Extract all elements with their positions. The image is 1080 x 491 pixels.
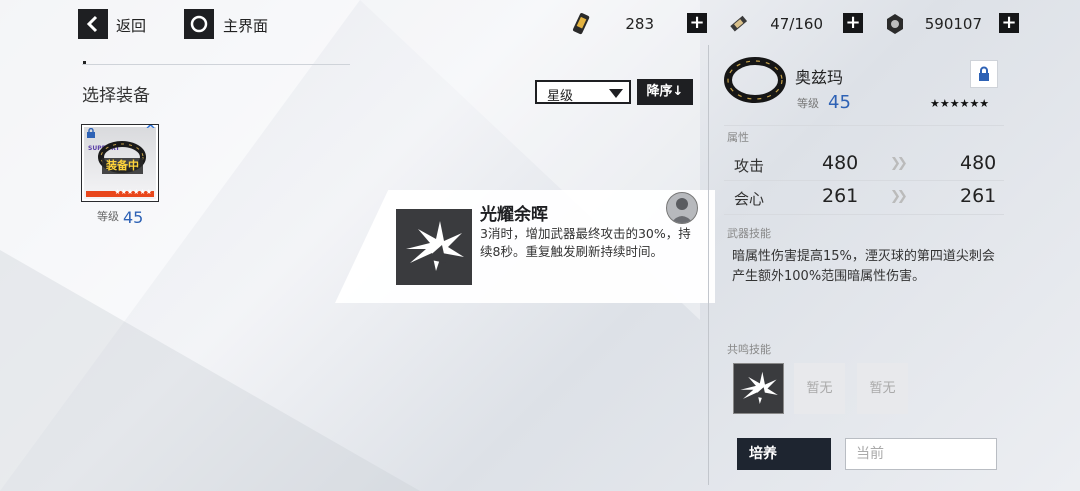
star-filter-select[interactable]: 星级 xyxy=(535,80,631,104)
weapon-skill-description: 暗属性伤害提高15%，湮灭球的第四道尖刺会产生额外100%范围暗属性伤害。 xyxy=(732,249,995,284)
attribute-current-value: 480 xyxy=(822,152,859,174)
current-button[interactable]: 当前 xyxy=(845,438,997,470)
home-button[interactable] xyxy=(184,9,214,39)
resonance-empty-slot[interactable]: 暂无 xyxy=(794,363,845,414)
add-currency-button[interactable]: + xyxy=(999,13,1019,33)
sort-descending-button[interactable]: 降序↓ xyxy=(637,79,693,105)
equipment-card[interactable]: ^ SUPPORT 装备中 ★★★★★★ xyxy=(81,124,159,202)
dropdown-arrow-icon xyxy=(609,89,623,98)
divider xyxy=(724,125,1004,126)
filter-selected-label: 星级 xyxy=(547,89,574,104)
attributes-title: 属性 xyxy=(727,131,749,144)
stamina-value: 283 xyxy=(625,15,654,33)
level-label: 等级 xyxy=(797,97,819,110)
card-level-value: 45 xyxy=(123,208,144,227)
currency-coin-icon xyxy=(887,14,903,34)
attribute-row: 攻击 480 ❯❯ 480 xyxy=(726,148,1004,178)
resonance-empty-slot[interactable]: 暂无 xyxy=(857,363,908,414)
card-stars: ★★★★★★ xyxy=(114,188,152,196)
attribute-next-value: 480 xyxy=(960,152,997,174)
attribute-current-value: 261 xyxy=(822,185,859,207)
back-label[interactable]: 返回 xyxy=(116,15,146,36)
stamina-ticket-icon xyxy=(572,13,590,35)
home-label[interactable]: 主界面 xyxy=(223,15,268,36)
burst-icon xyxy=(740,371,778,404)
panel-divider xyxy=(708,45,709,485)
skill-name: 光耀余晖 xyxy=(480,205,548,225)
character-avatar xyxy=(666,192,698,224)
lock-icon xyxy=(979,66,989,81)
lock-button[interactable] xyxy=(970,60,998,88)
section-title: 选择装备 xyxy=(82,86,150,106)
weapon-skill-title: 武器技能 xyxy=(727,227,771,240)
card-level-label: 等级 xyxy=(97,210,119,223)
back-button[interactable] xyxy=(78,9,108,39)
card-star-bar: ★★★★★★ xyxy=(86,188,154,197)
avatar-portrait xyxy=(671,198,693,223)
divider xyxy=(724,214,1004,215)
resonance-skill-slot[interactable] xyxy=(733,363,784,414)
attribute-next-value: 261 xyxy=(960,185,997,207)
star-rating: ★★★★★★ xyxy=(930,97,990,110)
currency-value: 590107 xyxy=(924,15,982,33)
chevron-up-icon: ^ xyxy=(145,124,156,138)
bracelet-icon xyxy=(724,57,786,103)
chevron-left-icon xyxy=(86,15,98,33)
skill-icon xyxy=(396,209,472,285)
attribute-row: 会心 261 ❯❯ 261 xyxy=(726,181,1004,211)
double-chevron-right-icon: ❯❯ xyxy=(890,189,908,204)
material-value: 47/160 xyxy=(770,15,823,33)
equipment-name: 奥兹玛 xyxy=(795,68,844,87)
background-shape xyxy=(0,0,360,491)
level-value: 45 xyxy=(828,92,851,113)
equipped-badge: 装备中 xyxy=(102,158,143,174)
burst-icon xyxy=(406,221,464,271)
train-button[interactable]: 培养 xyxy=(737,438,831,470)
divider xyxy=(82,64,350,65)
double-chevron-right-icon: ❯❯ xyxy=(890,156,908,171)
skill-description: 3消时，增加武器最终攻击的30%，持续8秒。重复触发刷新持续时间。 xyxy=(480,226,691,259)
attribute-name: 会心 xyxy=(734,190,765,208)
material-bar-icon xyxy=(730,15,748,32)
add-stamina-button[interactable]: + xyxy=(687,13,707,33)
resonance-skill-title: 共鸣技能 xyxy=(727,343,771,356)
attribute-name: 攻击 xyxy=(734,157,765,175)
home-circle-icon xyxy=(190,15,208,33)
lock-icon xyxy=(87,128,95,138)
add-material-button[interactable]: + xyxy=(843,13,863,33)
